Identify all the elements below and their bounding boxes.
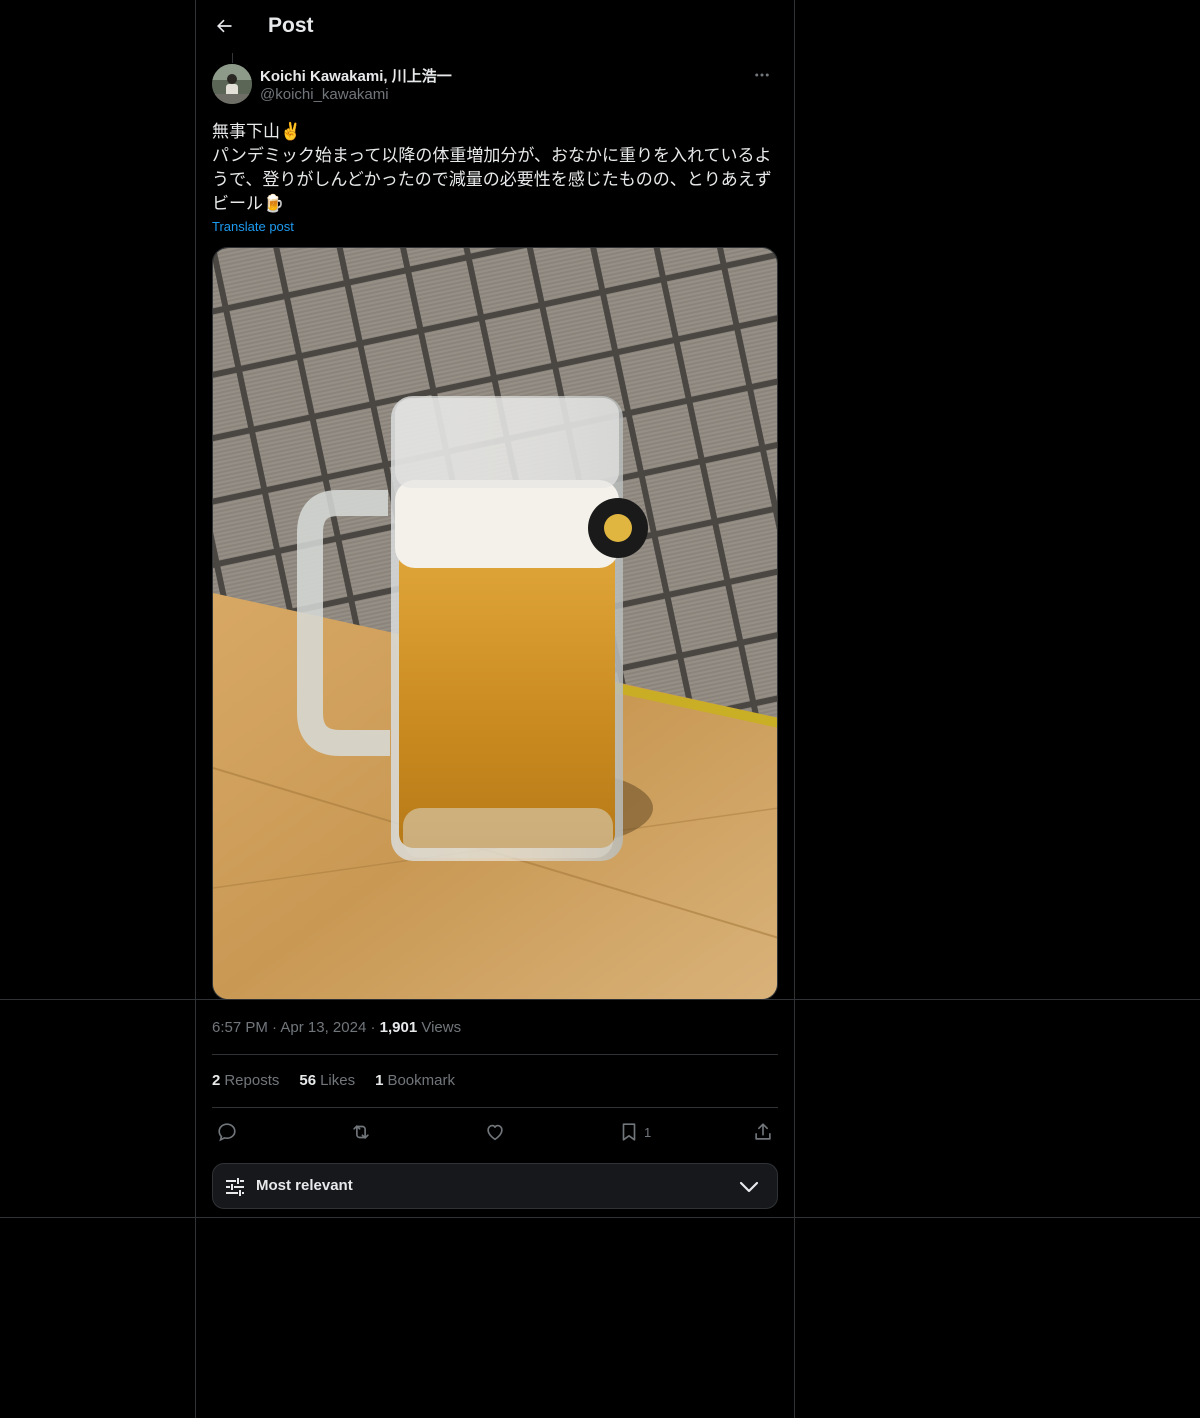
bookmark-count: 1 bbox=[644, 1124, 652, 1140]
post-metadata: 6:57 PM · Apr 13, 2024 · 1,901 Views bbox=[212, 1019, 461, 1036]
reply-button[interactable] bbox=[216, 1119, 238, 1145]
bookmark-button[interactable]: 1 bbox=[618, 1119, 651, 1145]
translate-post-link[interactable]: Translate post bbox=[212, 219, 294, 234]
views-label: Views bbox=[421, 1019, 462, 1036]
top-bar: Post bbox=[196, 0, 794, 54]
share-button[interactable] bbox=[752, 1119, 774, 1145]
post-text-line: うで、登りがしんどかったので減量の必要性を感じたものの、とりあえず bbox=[212, 170, 772, 190]
page-title: Post bbox=[268, 14, 314, 37]
bookmarks-stat[interactable]: 1 Bookmark bbox=[375, 1072, 455, 1089]
post-text-line: パンデミック始まって以降の体重増加分が、おなかに重りを入れているよ bbox=[212, 146, 772, 166]
beer-mug-photo bbox=[213, 248, 777, 999]
repost-icon bbox=[353, 1125, 369, 1139]
reply-icon bbox=[218, 1123, 236, 1142]
sliders-icon bbox=[226, 1178, 244, 1196]
more-horizontal-icon bbox=[755, 73, 769, 77]
post-action-bar: 1 bbox=[212, 1119, 778, 1145]
chevron-down-icon bbox=[739, 1181, 759, 1193]
more-options-button[interactable] bbox=[746, 64, 778, 86]
primary-column: Post Koichi Kawakami, 川上浩一 @koichi_kawak… bbox=[195, 0, 795, 1418]
likes-label: Likes bbox=[320, 1072, 356, 1089]
share-icon bbox=[755, 1123, 771, 1140]
meta-separator: · bbox=[370, 1019, 380, 1036]
arrow-left-icon bbox=[217, 19, 232, 33]
engagement-stats: 2 Reposts 56 Likes 1 Bookmark bbox=[212, 1072, 455, 1089]
bookmarks-count: 1 bbox=[375, 1072, 384, 1089]
post-text-line: ビール🍺 bbox=[212, 194, 285, 214]
back-button[interactable] bbox=[212, 14, 236, 38]
post-photo[interactable] bbox=[212, 247, 778, 1000]
post-text-line: 無事下山✌️ bbox=[212, 122, 302, 142]
reply-sort-dropdown[interactable]: Most relevant bbox=[212, 1163, 778, 1209]
bookmarks-label: Bookmark bbox=[387, 1072, 455, 1089]
post-time[interactable]: 6:57 PM bbox=[212, 1019, 268, 1036]
views-count: 1,901 bbox=[379, 1019, 418, 1036]
reposts-stat[interactable]: 2 Reposts bbox=[212, 1072, 279, 1089]
sort-label: Most relevant bbox=[256, 1177, 353, 1194]
heart-icon bbox=[487, 1124, 503, 1141]
post-author: Koichi Kawakami, 川上浩一 @koichi_kawakami bbox=[212, 64, 778, 106]
post-text: 無事下山✌️ パンデミック始まって以降の体重増加分が、おなかに重りを入れているよ… bbox=[212, 120, 780, 216]
likes-count: 56 bbox=[299, 1072, 317, 1089]
post-date[interactable]: Apr 13, 2024 bbox=[280, 1019, 366, 1036]
likes-stat[interactable]: 56 Likes bbox=[299, 1072, 355, 1089]
reposts-label: Reposts bbox=[224, 1072, 280, 1089]
divider bbox=[212, 1054, 778, 1055]
avatar[interactable] bbox=[212, 64, 252, 104]
divider bbox=[212, 1107, 778, 1108]
author-display-name[interactable]: Koichi Kawakami, 川上浩一 bbox=[260, 65, 452, 86]
repost-button[interactable] bbox=[350, 1119, 372, 1145]
author-handle[interactable]: @koichi_kawakami bbox=[260, 86, 389, 103]
like-button[interactable] bbox=[484, 1119, 506, 1145]
thread-connector bbox=[232, 53, 233, 63]
bookmark-icon bbox=[622, 1123, 636, 1141]
reposts-count: 2 bbox=[212, 1072, 221, 1089]
